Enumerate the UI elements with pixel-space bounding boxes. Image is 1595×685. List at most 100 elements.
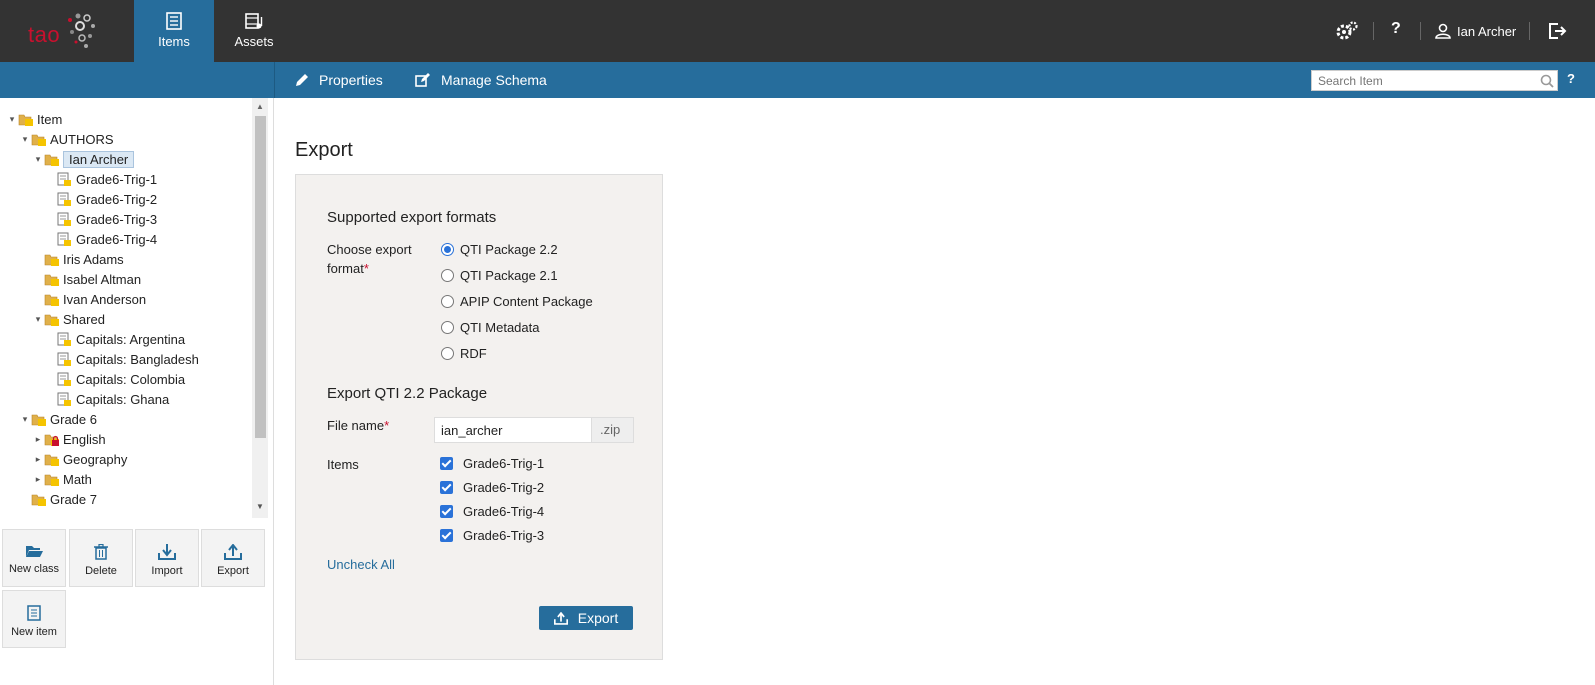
folder-icon xyxy=(18,114,33,126)
file-name-input[interactable] xyxy=(434,417,592,443)
tree-collapse-toggle[interactable]: ▾ xyxy=(19,414,31,425)
format-radio[interactable] xyxy=(441,321,454,334)
item-checkbox-label: Grade6-Trig-4 xyxy=(463,504,545,519)
action-bar-divider xyxy=(274,62,275,98)
item-checkbox-row[interactable]: Grade6-Trig-3 xyxy=(440,528,544,543)
header-separator xyxy=(1373,22,1374,40)
tree-class[interactable]: Isabel Altman xyxy=(32,269,141,289)
new-item-icon xyxy=(27,605,41,621)
tree-class[interactable]: Iris Adams xyxy=(32,249,124,269)
scroll-down-arrow[interactable]: ▼ xyxy=(256,502,264,511)
uncheck-all-link[interactable]: Uncheck All xyxy=(327,557,395,572)
item-checkbox-row[interactable]: Grade6-Trig-4 xyxy=(440,504,544,519)
tree-node-label: Geography xyxy=(63,451,128,467)
tree-class[interactable]: Ivan Anderson xyxy=(32,289,146,309)
export-icon xyxy=(553,611,568,625)
tree-collapse-toggle[interactable]: ▾ xyxy=(19,134,31,145)
item-checkbox[interactable] xyxy=(440,529,453,542)
item-document-icon xyxy=(57,372,71,386)
tree-collapse-toggle[interactable]: ▾ xyxy=(6,114,18,125)
tree-collapse-toggle[interactable]: ▾ xyxy=(32,154,44,165)
delete-button[interactable]: Delete xyxy=(69,529,133,587)
tree-node-label: AUTHORS xyxy=(50,131,114,147)
tree-item[interactable]: Capitals: Colombia xyxy=(45,369,185,389)
format-radio[interactable] xyxy=(441,295,454,308)
export-tool-button[interactable]: Export xyxy=(201,529,265,587)
tree-item[interactable]: Grade6-Trig-1 xyxy=(45,169,157,189)
tree-node-label: Grade6-Trig-3 xyxy=(76,211,158,227)
search-help-icon[interactable]: ? xyxy=(1567,71,1575,86)
item-checkbox[interactable] xyxy=(440,481,453,494)
tab-assets[interactable]: Assets xyxy=(214,0,294,62)
tree-item[interactable]: Capitals: Ghana xyxy=(45,389,169,409)
item-checkbox[interactable] xyxy=(440,457,453,470)
folder-icon xyxy=(44,314,59,326)
format-option[interactable]: QTI Package 2.2 xyxy=(441,242,558,257)
help-icon[interactable]: ? xyxy=(1391,20,1401,42)
format-option[interactable]: QTI Package 2.1 xyxy=(441,268,558,283)
resource-tree[interactable]: ▾ Item ▾ AUTHORS ▾ Ian Archer Grade6-Trig-1 Gra… xyxy=(0,98,252,518)
format-radio[interactable] xyxy=(441,269,454,282)
tree-item[interactable]: Grade6-Trig-4 xyxy=(45,229,157,249)
folder-icon xyxy=(44,154,59,166)
tree-expand-toggle[interactable]: ▸ xyxy=(32,454,44,465)
resource-tree-panel: ▾ Item ▾ AUTHORS ▾ Ian Archer Grade6-Trig-1 Gra… xyxy=(0,98,274,685)
tree-class[interactable]: ▾ Grade 6 xyxy=(19,409,97,429)
user-menu[interactable]: Ian Archer xyxy=(1435,20,1516,42)
import-label: Import xyxy=(151,565,183,577)
format-radio[interactable] xyxy=(441,347,454,360)
required-marker: * xyxy=(384,418,390,433)
tree-class[interactable]: ▾ Item xyxy=(6,109,63,129)
tree-expand-toggle[interactable]: ▸ xyxy=(32,474,44,485)
import-button[interactable]: Import xyxy=(135,529,199,587)
item-checkbox-row[interactable]: Grade6-Trig-1 xyxy=(440,456,544,471)
format-option[interactable]: QTI Metadata xyxy=(441,320,539,335)
file-extension-addon: .zip xyxy=(592,417,634,443)
logo-text: tao xyxy=(28,22,61,47)
item-document-icon xyxy=(57,172,71,186)
tree-item[interactable]: Capitals: Argentina xyxy=(45,329,185,349)
tree-scrollbar-thumb[interactable] xyxy=(255,116,266,438)
search-input[interactable] xyxy=(1311,70,1558,91)
tab-items[interactable]: Items xyxy=(134,0,214,62)
tree-collapse-toggle[interactable]: ▾ xyxy=(32,314,44,325)
tree-node-label: Grade6-Trig-2 xyxy=(76,191,158,207)
tree-class[interactable]: ▸ English xyxy=(32,429,106,449)
search-icon[interactable] xyxy=(1540,74,1554,88)
page-title: Export xyxy=(295,139,353,161)
item-checkbox-row[interactable]: Grade6-Trig-2 xyxy=(440,480,544,495)
tree-expand-toggle[interactable]: ▸ xyxy=(32,434,44,445)
item-document-icon xyxy=(57,352,71,366)
item-checkbox[interactable] xyxy=(440,505,453,518)
format-option-label: QTI Package 2.2 xyxy=(460,242,558,257)
format-radio[interactable] xyxy=(441,243,454,256)
tree-class[interactable]: Grade 7 xyxy=(19,489,97,509)
logout-icon[interactable] xyxy=(1547,20,1567,42)
manage-schema-button[interactable]: Manage Schema xyxy=(415,62,547,98)
folder-icon xyxy=(31,494,46,506)
items-label: Items xyxy=(327,457,359,472)
new-item-button[interactable]: New item xyxy=(2,590,66,648)
tao-logo[interactable]: tao xyxy=(24,8,104,54)
format-option[interactable]: RDF xyxy=(441,346,487,361)
format-option[interactable]: APIP Content Package xyxy=(441,294,593,309)
export-submit-button[interactable]: Export xyxy=(539,606,633,630)
tree-item[interactable]: Capitals: Bangladesh xyxy=(45,349,199,369)
export-submit-label: Export xyxy=(577,610,619,626)
tree-class[interactable]: ▸ Math xyxy=(32,469,92,489)
folder-open-icon xyxy=(26,546,43,557)
tree-class[interactable]: ▾ AUTHORS xyxy=(19,129,114,149)
tree-class[interactable]: ▾ Shared xyxy=(32,309,105,329)
folder-icon xyxy=(44,474,59,486)
folder-icon xyxy=(31,414,46,426)
tree-item[interactable]: Grade6-Trig-3 xyxy=(45,209,157,229)
properties-button[interactable]: Properties xyxy=(295,62,383,98)
tree-class[interactable]: ▾ Ian Archer xyxy=(32,149,135,169)
tree-class[interactable]: ▸ Geography xyxy=(32,449,128,469)
folder-icon xyxy=(44,254,59,266)
tree-scrollbar[interactable]: ▲ ▼ xyxy=(252,98,268,518)
scroll-up-arrow[interactable]: ▲ xyxy=(256,102,264,111)
new-class-button[interactable]: New class xyxy=(2,529,66,587)
settings-gears-icon[interactable] xyxy=(1335,20,1359,42)
tree-item[interactable]: Grade6-Trig-2 xyxy=(45,189,157,209)
